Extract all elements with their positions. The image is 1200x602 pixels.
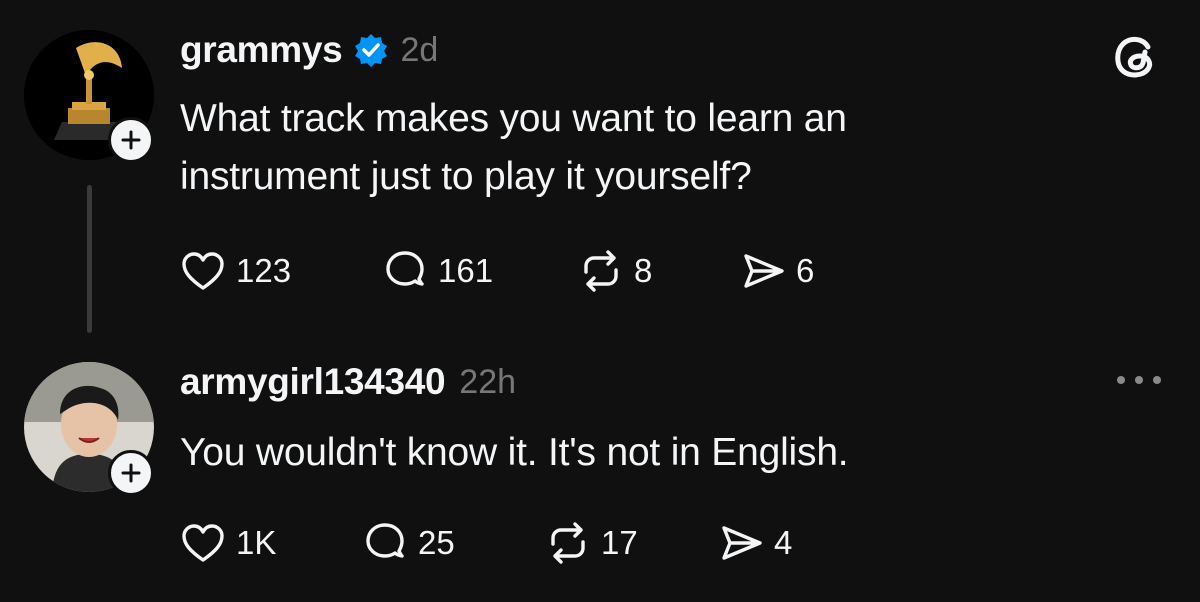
post-time: 2d: [400, 30, 439, 69]
repost-icon: [551, 522, 585, 564]
reply-button[interactable]: 25: [362, 520, 455, 566]
post-text-line: You wouldn't know it. It's not in Englis…: [180, 431, 849, 474]
heart-icon: [182, 252, 224, 290]
like-count: 123: [236, 252, 292, 289]
send-icon: [744, 254, 784, 288]
more-dots-icon: [1117, 376, 1161, 384]
more-options-button[interactable]: [1115, 372, 1163, 393]
thread-line: [87, 185, 92, 333]
share-button[interactable]: 4: [718, 520, 792, 566]
post-time: 22h: [459, 362, 517, 401]
verified-badge-icon: [354, 33, 388, 67]
follow-plus-button[interactable]: [108, 117, 154, 163]
post-text-line: instrument just to play it yourself?: [180, 155, 752, 198]
post-username[interactable]: armygirl134340: [180, 361, 446, 403]
like-button[interactable]: 1K: [180, 520, 276, 566]
like-count: 1K: [236, 524, 277, 561]
send-icon: [722, 526, 762, 560]
share-count: 6: [796, 252, 815, 289]
repost-count: 8: [634, 252, 653, 289]
reply-button[interactable]: 161: [382, 248, 493, 294]
post-text-line: What track makes you want to learn an: [180, 97, 847, 140]
post-text: What track makes you want to learn an in…: [180, 90, 847, 206]
like-button[interactable]: 123: [180, 248, 291, 294]
follow-plus-button[interactable]: [108, 450, 154, 496]
comment-icon: [386, 251, 424, 286]
share-count: 4: [774, 524, 793, 561]
plus-icon: [121, 463, 141, 483]
post-text: You wouldn't know it. It's not in Englis…: [180, 424, 849, 482]
repost-button[interactable]: 17: [545, 520, 638, 566]
share-button[interactable]: 6: [740, 248, 814, 294]
threads-logo-icon[interactable]: [1110, 30, 1162, 82]
heart-icon: [182, 524, 224, 562]
comment-icon: [366, 523, 404, 558]
reply-count: 25: [418, 524, 455, 561]
post-username[interactable]: grammys: [180, 29, 343, 71]
repost-icon: [584, 250, 618, 292]
plus-icon: [121, 130, 141, 150]
reply-count: 161: [438, 252, 494, 289]
repost-count: 17: [601, 524, 638, 561]
repost-button[interactable]: 8: [578, 248, 652, 294]
